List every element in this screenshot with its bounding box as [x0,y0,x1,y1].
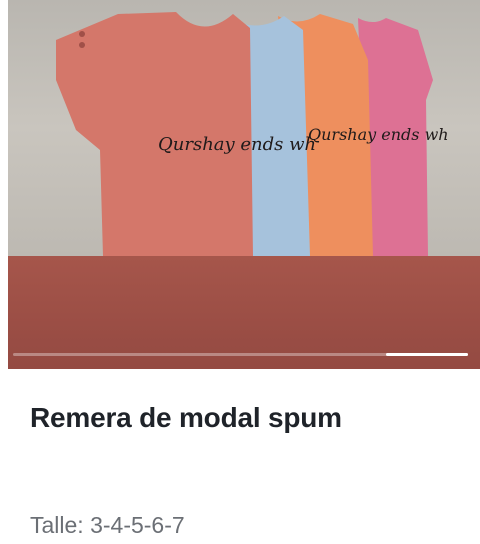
shirt-print-text-2: Qurshay ends wh [308,125,449,144]
tshirts-illustration: Qurshay ends wh Qurshay ends wh [56,12,449,256]
product-title: Remera de modal spum [30,402,342,433]
product-photo[interactable]: Qurshay ends wh Qurshay ends wh [8,0,480,256]
carousel-progress-indicator [386,353,468,356]
product-image-carousel[interactable]: Qurshay ends wh Qurshay ends wh [8,0,480,369]
shirt-print-text-1: Qurshay ends wh [158,134,316,155]
product-sizes: Talle: 3-4-5-6-7 [30,512,185,538]
carousel-progress-track [13,353,468,356]
